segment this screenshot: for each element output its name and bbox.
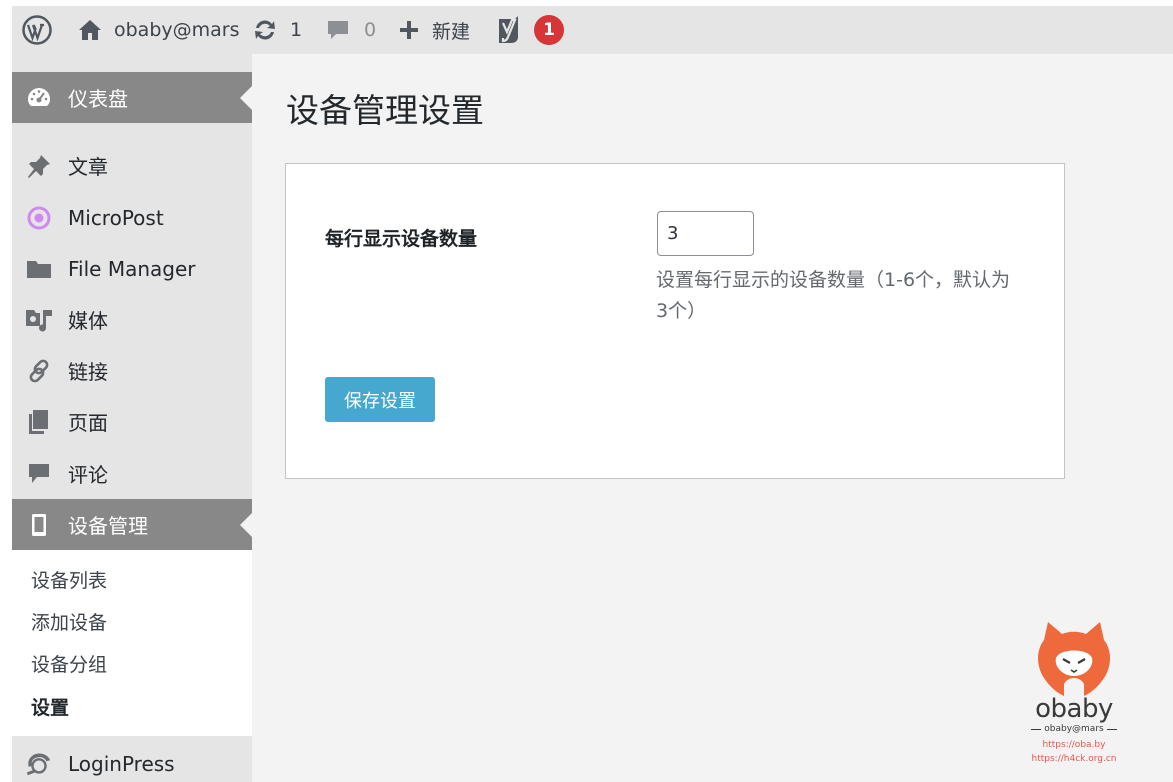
media-icon <box>25 306 53 334</box>
comment-icon <box>25 460 53 488</box>
submenu-item-settings[interactable]: 设置 <box>31 693 69 720</box>
watermark-brand: obaby <box>1035 694 1113 724</box>
yoast-icon <box>499 16 518 43</box>
sidebar-item-label: 页面 <box>68 411 108 435</box>
sidebar-item-device-management[interactable]: 设备管理 <box>12 499 252 550</box>
submenu-item-device-groups[interactable]: 设备分组 <box>31 650 107 677</box>
device-icon <box>25 511 53 539</box>
wordpress-logo-icon[interactable] <box>22 15 52 45</box>
sidebar-item-label: 评论 <box>68 463 108 487</box>
devices-per-row-input[interactable] <box>657 211 754 256</box>
admin-bar: obaby@mars 1 0 新建 1 <box>12 6 1173 54</box>
sidebar-item-micropost[interactable]: MicroPost <box>12 192 252 243</box>
updates-count: 1 <box>290 19 303 41</box>
sidebar-item-pages[interactable]: 页面 <box>12 396 252 447</box>
dashboard-icon <box>25 84 53 112</box>
device-management-submenu: 设备列表 添加设备 设备分组 设置 <box>12 550 252 736</box>
sidebar-item-label: File Manager <box>68 256 196 281</box>
comments-link[interactable]: 0 <box>326 6 376 54</box>
sidebar-item-label: LoginPress <box>68 751 175 776</box>
folder-icon <box>25 255 53 283</box>
new-label: 新建 <box>432 20 471 43</box>
sidebar-item-loginpress[interactable]: LoginPress <box>12 738 252 782</box>
submenu-item-add-device[interactable]: 添加设备 <box>31 608 107 635</box>
loginpress-icon <box>25 750 53 778</box>
pin-icon <box>25 152 53 180</box>
comment-icon <box>328 21 348 39</box>
site-name-label: obaby@mars <box>114 19 240 41</box>
sidebar-item-label: MicroPost <box>68 205 164 230</box>
sidebar-item-dashboard[interactable]: 仪表盘 <box>12 72 252 123</box>
sidebar-item-label: 文章 <box>68 155 108 179</box>
micropost-icon <box>25 204 53 232</box>
sidebar-item-file-manager[interactable]: File Manager <box>12 243 252 294</box>
yoast-notification-badge: 1 <box>534 15 564 45</box>
sidebar-item-label: 仪表盘 <box>68 87 128 111</box>
site-name-link[interactable]: obaby@mars <box>78 6 240 54</box>
sidebar-item-media[interactable]: 媒体 <box>12 294 252 345</box>
admin-sidebar: 仪表盘 文章 MicroPost File Manager 媒体 链接 页面 评… <box>12 54 252 782</box>
new-content-link[interactable]: 新建 <box>398 6 470 54</box>
watermark-url-2: https://h4ck.org.cn <box>1031 754 1117 764</box>
comments-count: 0 <box>364 19 377 41</box>
page-title: 设备管理设置 <box>286 91 484 130</box>
sidebar-item-comments[interactable]: 评论 <box>12 448 252 499</box>
link-icon <box>25 357 53 385</box>
sidebar-item-label: 链接 <box>68 360 108 384</box>
home-icon <box>79 20 101 40</box>
sidebar-item-posts[interactable]: 文章 <box>12 140 252 191</box>
watermark-sub: obaby@mars <box>1028 724 1120 734</box>
sidebar-item-label: 媒体 <box>68 309 108 333</box>
updates-icon <box>255 20 275 40</box>
devices-per-row-description: 设置每行显示的设备数量（1-6个，默认为3个） <box>656 269 1011 322</box>
yoast-menu[interactable]: 1 <box>496 6 564 54</box>
updates-link[interactable]: 1 <box>252 6 302 54</box>
left-border <box>0 6 12 782</box>
watermark: obaby obaby@mars https://oba.by https://… <box>1028 618 1120 778</box>
cat-logo-icon <box>1038 622 1110 696</box>
sidebar-item-links[interactable]: 链接 <box>12 345 252 396</box>
devices-per-row-label: 每行显示设备数量 <box>325 228 478 250</box>
submenu-item-device-list[interactable]: 设备列表 <box>31 566 107 593</box>
plus-icon <box>400 21 418 39</box>
watermark-url-1: https://oba.by <box>1042 740 1106 750</box>
settings-card: 每行显示设备数量 设置每行显示的设备数量（1-6个，默认为3个） 保存设置 <box>285 163 1065 479</box>
sidebar-item-label: 设备管理 <box>68 514 148 538</box>
save-settings-button[interactable]: 保存设置 <box>325 377 435 422</box>
page-icon <box>25 408 53 436</box>
